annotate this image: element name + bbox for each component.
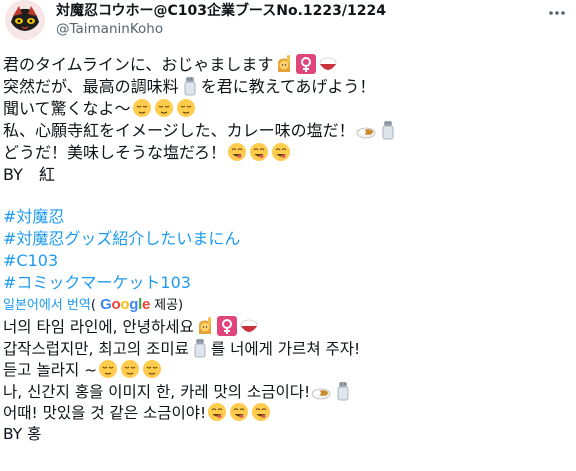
tweet-text: 君のタイムラインに、おじゃまします 突然だが、最高の調味料 を君に教えてあげよう！… [3,54,573,445]
google-logo: Google [100,296,150,313]
person-raising-hand-emoji [274,54,294,74]
more-options-button[interactable] [544,2,570,24]
translated-text: 너의 타임 라인에, 안녕하세요 갑작스럽지만, 최고의 조미료 를 너에게 가르… [3,316,573,445]
translate-link[interactable]: 일본어에서 번역 [3,298,91,313]
rice-bowl-emoji [239,316,259,336]
relieved-face-emoji [132,98,152,118]
yum-face-emoji [249,142,269,162]
salt-shaker-emoji [378,120,398,140]
curry-plate-emoji [356,120,376,140]
hashtag-link[interactable]: #コミックマーケット103 [3,272,573,294]
translated-line: 어때! 맛있을 것 같은 소금이야! [3,402,573,424]
author-handle[interactable]: @TaimaninKoho [56,20,536,39]
avatar[interactable] [5,0,45,40]
salt-shaker-emoji [180,76,200,96]
hashtag-link[interactable]: #C103 [3,250,573,272]
female-sign-emoji [296,54,316,74]
relieved-face-emoji [154,98,174,118]
translated-line: 갑작스럽지만, 최고의 조미료 를 너에게 가르쳐 주자! [3,338,361,358]
more-horizontal-icon [549,11,565,15]
yum-face-emoji [251,402,271,422]
relieved-face-emoji [98,359,118,379]
yum-face-emoji [227,142,247,162]
tweet-header: 対魔忍コウホー@C103企業ブースNo.1223/1224 @TaimaninK… [56,2,536,39]
hashtag-link[interactable]: #対魔忍 [3,206,573,228]
rice-bowl-emoji [318,54,338,74]
translated-line: BY 홍 [3,424,42,443]
relieved-face-emoji [176,98,196,118]
text-line: 聞いて驚くなよ〜 [3,98,573,120]
female-sign-emoji [217,316,237,336]
yum-face-emoji [207,402,227,422]
hashtag-link[interactable]: #対魔忍グッズ紹介したいまにん [3,228,573,250]
translated-line: 너의 타임 라인에, 안녕하세요 [3,316,573,338]
text-line: 私、心願寺紅をイメージした、カレー味の塩だ！ [3,120,573,142]
text-line: どうだ！美味しそうな塩だろ！ [3,142,573,164]
yum-face-emoji [229,402,249,422]
relieved-face-emoji [142,359,162,379]
translated-line: 나, 신간지 홍을 이미지 한, 카레 맛의 소금이다! [3,381,573,403]
translation-attribution: 일본어에서 번역( Google 제공) [3,296,184,313]
curry-plate-emoji [311,381,331,401]
text-line: BY 紅 [3,165,55,184]
salt-shaker-emoji [333,381,353,401]
relieved-face-emoji [120,359,140,379]
person-raising-hand-emoji [195,316,215,336]
author-display-name[interactable]: 対魔忍コウホー@C103企業ブースNo.1223/1224 [56,2,536,20]
text-line: 君のタイムラインに、おじゃまします [3,54,573,76]
salt-shaker-emoji [190,338,210,358]
translated-line: 듣고 놀라지 ~ [3,359,573,381]
text-line: 突然だが、最高の調味料 を君に教えてあげよう！ [3,76,376,96]
yum-face-emoji [271,142,291,162]
